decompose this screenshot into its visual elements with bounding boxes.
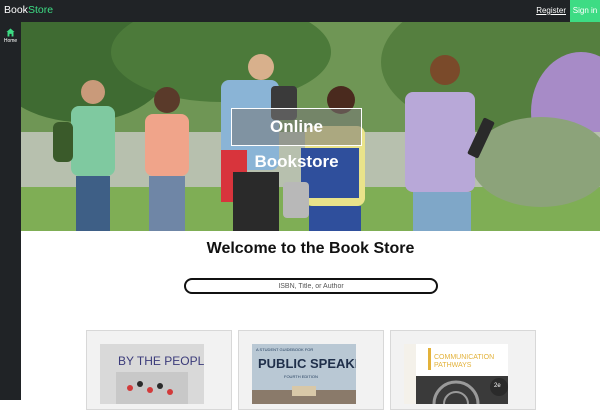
- book-card[interactable]: BY THE PEOPLE: [86, 330, 232, 410]
- book-card[interactable]: A STUDENT GUIDEBOOK FOR PUBLIC SPEAKING …: [238, 330, 384, 410]
- hero-title: Online Bookstore: [254, 117, 339, 171]
- book-cover-art: [116, 372, 188, 404]
- book-cover-title: PUBLIC SPEAKING: [258, 356, 356, 371]
- hero-title-box: Online Bookstore: [231, 108, 362, 171]
- book-cover: A STUDENT GUIDEBOOK FOR PUBLIC SPEAKING …: [252, 344, 356, 404]
- sidebar-item-label: Home: [3, 38, 18, 44]
- book-cover-art: [416, 344, 508, 404]
- brand-logo[interactable]: BookStore: [4, 4, 53, 16]
- book-cover: BY THE PEOPLE: [100, 344, 204, 404]
- register-link[interactable]: Register: [536, 6, 566, 15]
- sidebar: Home: [0, 22, 21, 400]
- book-cover-kicker: A STUDENT GUIDEBOOK FOR: [256, 347, 314, 352]
- top-navbar: BookStore Register Sign in: [0, 0, 600, 22]
- book-cover-title-line1: COMMUNICATION: [434, 354, 495, 361]
- book-cover-title: BY THE PEOPLE: [118, 354, 204, 368]
- hero-banner: Online Bookstore: [21, 22, 600, 231]
- brand-suffix: Store: [27, 4, 54, 16]
- book-cover: COMMUNICATION PATHWAYS 2e: [404, 344, 508, 404]
- home-icon: [6, 28, 15, 37]
- signin-button[interactable]: Sign in: [570, 0, 600, 22]
- book-cover-title-line2: PATHWAYS: [434, 362, 472, 369]
- sidebar-item-home[interactable]: Home: [0, 28, 21, 44]
- book-cover-subtitle: FOURTH EDITION: [284, 374, 318, 379]
- book-card[interactable]: COMMUNICATION PATHWAYS 2e: [390, 330, 536, 410]
- page-title: Welcome to the Book Store: [206, 240, 415, 257]
- brand-prefix: Book: [4, 4, 28, 16]
- book-cover-edition: 2e: [494, 383, 501, 389]
- search-input[interactable]: [184, 278, 438, 294]
- book-cover-art: [252, 386, 356, 404]
